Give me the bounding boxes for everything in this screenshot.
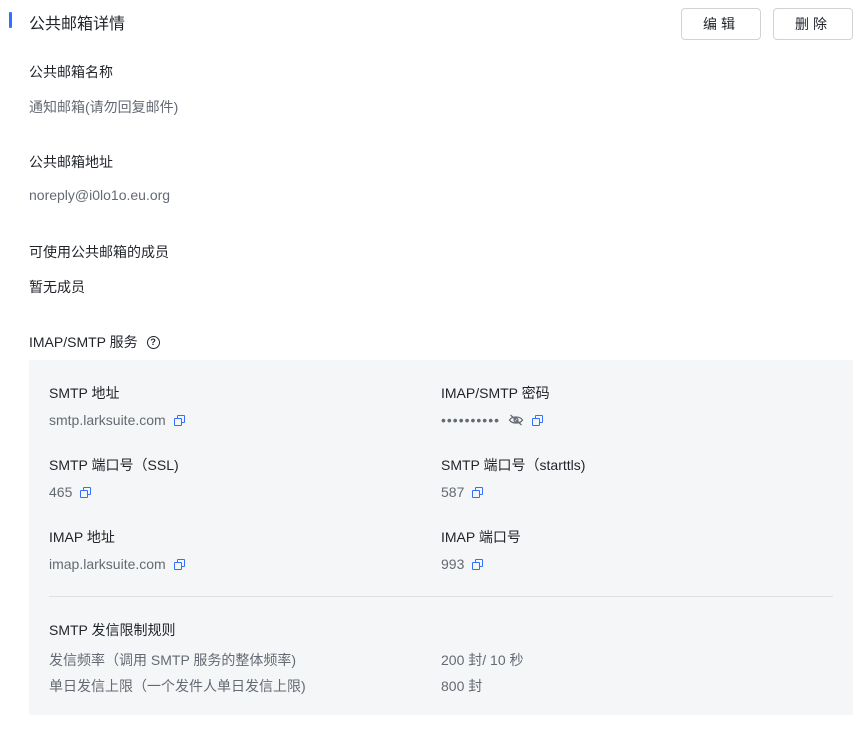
copy-icon[interactable] bbox=[173, 558, 185, 570]
imap-address-field: imap.larksuite.com bbox=[49, 556, 185, 572]
smtp-starttls-port-field: 587 bbox=[441, 484, 484, 500]
smtp-address-field: smtp.larksuite.com bbox=[49, 412, 185, 428]
smtp-ssl-port-field: 465 bbox=[49, 484, 92, 500]
imap-port-field: 993 bbox=[441, 556, 484, 572]
mailbox-address-label: 公共邮箱地址 bbox=[29, 154, 113, 170]
smtp-address-value: smtp.larksuite.com bbox=[49, 412, 166, 428]
members-value: 暂无成员 bbox=[29, 279, 85, 295]
imap-address-label: IMAP 地址 bbox=[49, 529, 115, 545]
question-circle-icon[interactable]: ? bbox=[146, 335, 160, 349]
service-section-title: IMAP/SMTP 服务 ? bbox=[29, 332, 160, 352]
smtp-starttls-port-value: 587 bbox=[441, 484, 465, 500]
divider bbox=[49, 596, 833, 597]
smtp-ssl-port-label: SMTP 端口号（SSL) bbox=[49, 457, 179, 473]
smtp-starttls-port-label: SMTP 端口号（starttls) bbox=[441, 457, 586, 473]
copy-icon[interactable] bbox=[173, 414, 185, 426]
service-title-text: IMAP/SMTP 服务 bbox=[29, 334, 138, 350]
imap-port-value: 993 bbox=[441, 556, 465, 572]
password-value: •••••••••• bbox=[441, 412, 501, 428]
copy-icon[interactable] bbox=[80, 486, 92, 498]
rate-label: 发信频率（调用 SMTP 服务的整体频率) bbox=[49, 652, 297, 668]
copy-icon[interactable] bbox=[532, 414, 544, 426]
page-title: 公共邮箱详情 bbox=[29, 16, 126, 33]
copy-icon[interactable] bbox=[472, 486, 484, 498]
title-accent-bar bbox=[9, 12, 12, 28]
password-field: •••••••••• bbox=[441, 412, 544, 428]
service-panel: SMTP 地址 smtp.larksuite.com IMAP/SMTP 密码 … bbox=[29, 360, 853, 715]
rate-value: 200 封/ 10 秒 bbox=[441, 652, 524, 668]
daily-limit-label: 单日发信上限（一个发件人单日发信上限) bbox=[49, 678, 306, 694]
eye-off-icon[interactable] bbox=[508, 414, 524, 426]
imap-address-value: imap.larksuite.com bbox=[49, 556, 166, 572]
smtp-address-label: SMTP 地址 bbox=[49, 385, 120, 401]
password-label: IMAP/SMTP 密码 bbox=[441, 385, 550, 401]
members-label: 可使用公共邮箱的成员 bbox=[29, 244, 169, 260]
imap-port-label: IMAP 端口号 bbox=[441, 529, 521, 545]
copy-icon[interactable] bbox=[472, 558, 484, 570]
mailbox-address-value: noreply@i0lo1o.eu.org bbox=[29, 187, 171, 203]
mailbox-name-label: 公共邮箱名称 bbox=[29, 64, 113, 80]
limits-title: SMTP 发信限制规则 bbox=[49, 622, 176, 638]
mailbox-name-value: 通知邮箱(请勿回复邮件) bbox=[29, 99, 179, 115]
smtp-ssl-port-value: 465 bbox=[49, 484, 73, 500]
edit-button[interactable]: 编辑 bbox=[681, 8, 761, 40]
delete-button[interactable]: 删除 bbox=[773, 8, 853, 40]
daily-limit-value: 800 封 bbox=[441, 678, 483, 694]
